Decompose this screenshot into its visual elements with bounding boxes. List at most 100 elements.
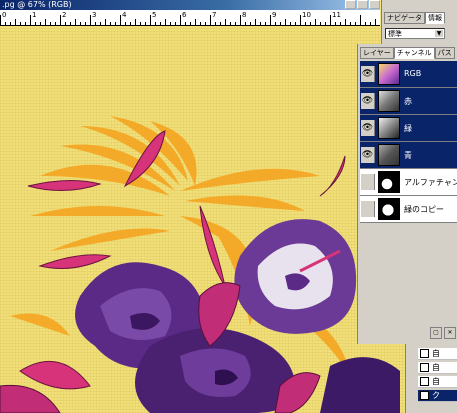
ruler-tick xyxy=(200,22,201,25)
ruler-tick xyxy=(60,15,61,25)
tab-paths[interactable]: パス xyxy=(434,47,455,59)
ruler-tick xyxy=(370,22,371,25)
minimize-button[interactable] xyxy=(345,0,356,9)
channel-row[interactable]: 緑のコピー xyxy=(360,196,457,223)
ruler-tick xyxy=(345,19,346,25)
history-item[interactable]: 自 xyxy=(418,362,457,374)
ruler-tick xyxy=(160,22,161,25)
ruler-tick xyxy=(15,19,16,25)
navigator-info-palette: ナビゲータ 情報 標準 ▼ xyxy=(381,0,457,44)
history-item-label: ク xyxy=(432,391,440,400)
history-step-icon xyxy=(420,349,429,358)
document-title: .pg @ 67% (RGB) xyxy=(2,0,72,9)
maximize-button[interactable] xyxy=(357,0,368,9)
document-title-bar[interactable]: .pg @ 67% (RGB) xyxy=(0,0,380,10)
ruler-tick xyxy=(355,22,356,25)
ruler-tick xyxy=(310,22,311,25)
ruler-tick xyxy=(55,22,56,25)
ruler-tick xyxy=(80,22,81,25)
ruler-tick xyxy=(85,22,86,25)
tab-navigator[interactable]: ナビゲータ xyxy=(384,12,425,24)
ruler-tick xyxy=(165,19,166,25)
ruler-tick xyxy=(75,19,76,25)
tab-info[interactable]: 情報 xyxy=(425,12,445,24)
channel-thumbnail xyxy=(378,171,400,193)
channel-name: 緑のコピー xyxy=(404,205,444,214)
new-channel-icon[interactable]: ▢ xyxy=(430,327,442,339)
channel-thumbnail xyxy=(378,198,400,220)
history-item[interactable]: 自 xyxy=(418,348,457,360)
ruler-tick xyxy=(305,22,306,25)
ruler-tick xyxy=(280,22,281,25)
ruler-tick xyxy=(185,22,186,25)
ruler-tick xyxy=(265,22,266,25)
ruler-tick xyxy=(135,19,136,25)
channel-row[interactable]: アルファチャンネル xyxy=(360,169,457,196)
ruler-tick xyxy=(40,22,41,25)
ruler-tick xyxy=(70,22,71,25)
ruler-tick xyxy=(145,22,146,25)
ruler-label: 7 xyxy=(212,11,217,19)
channel-row[interactable]: 👁 RGB xyxy=(360,61,457,88)
ruler-tick xyxy=(205,22,206,25)
channel-name: 青 xyxy=(404,151,412,160)
ruler-tick xyxy=(65,22,66,25)
ruler-tick xyxy=(140,22,141,25)
ruler-tick xyxy=(255,19,256,25)
purple-petal-bottom-right xyxy=(320,357,400,413)
ruler-tick xyxy=(45,19,46,25)
channel-row[interactable]: 👁 赤 xyxy=(360,88,457,115)
ruler-tick xyxy=(325,22,326,25)
channel-name: アルファチャンネル xyxy=(404,178,457,187)
eye-icon[interactable] xyxy=(361,201,375,217)
history-palette: 自自自ク xyxy=(405,344,457,413)
ruler-tick xyxy=(225,19,226,25)
ruler-tick xyxy=(300,15,301,25)
channels-palette-tabs: レイヤー チャンネル パス xyxy=(360,47,455,59)
ruler-tick xyxy=(340,22,341,25)
channel-row[interactable]: 👁 青 xyxy=(360,142,457,169)
chevron-down-icon[interactable]: ▼ xyxy=(435,30,443,37)
history-item[interactable]: 自 xyxy=(418,376,457,388)
ruler-tick xyxy=(190,22,191,25)
ruler-tick xyxy=(130,22,131,25)
tab-channels[interactable]: チャンネル xyxy=(393,47,435,59)
ruler-label: 5 xyxy=(152,11,157,19)
close-button[interactable] xyxy=(369,0,380,9)
ruler-tick xyxy=(295,22,296,25)
ruler-tick xyxy=(125,22,126,25)
ruler-label: 8 xyxy=(242,11,247,19)
ruler-tick xyxy=(150,15,151,25)
history-item-label: 自 xyxy=(432,349,440,358)
channel-row[interactable]: 👁 緑 xyxy=(360,115,457,142)
ruler-tick xyxy=(155,22,156,25)
info-mode-select[interactable]: 標準 ▼ xyxy=(385,28,445,39)
ruler-tick xyxy=(10,22,11,25)
eye-icon[interactable]: 👁 xyxy=(361,147,375,163)
ruler-tick xyxy=(90,15,91,25)
tab-layers[interactable]: レイヤー xyxy=(360,47,394,59)
horizontal-ruler[interactable]: 0 1 2 3 4 5 6 7 8 9 10 11 xyxy=(0,10,380,26)
ruler-tick xyxy=(335,22,336,25)
eye-icon[interactable]: 👁 xyxy=(361,66,375,82)
ruler-tick xyxy=(320,22,321,25)
channel-name: RGB xyxy=(404,69,422,78)
eye-icon[interactable]: 👁 xyxy=(361,93,375,109)
ruler-tick xyxy=(100,22,101,25)
ruler-tick xyxy=(245,22,246,25)
ruler-tick xyxy=(240,15,241,25)
ruler-tick xyxy=(215,22,216,25)
channel-thumbnail xyxy=(378,144,400,166)
delete-icon[interactable]: ✕ xyxy=(444,327,456,339)
channels-palette-buttons: ▢ ✕ xyxy=(360,327,456,341)
history-item[interactable]: ク xyxy=(418,390,457,402)
history-step-icon xyxy=(420,391,429,400)
info-mode-value: 標準 xyxy=(388,30,402,38)
channel-list: 👁RGB👁赤👁緑👁青アルファチャンネル緑のコピー xyxy=(360,61,457,223)
ruler-tick xyxy=(120,15,121,25)
eye-icon[interactable] xyxy=(361,174,375,190)
channel-name: 緑 xyxy=(404,124,412,133)
ruler-tick xyxy=(230,22,231,25)
ruler-tick xyxy=(175,22,176,25)
eye-icon[interactable]: 👁 xyxy=(361,120,375,136)
